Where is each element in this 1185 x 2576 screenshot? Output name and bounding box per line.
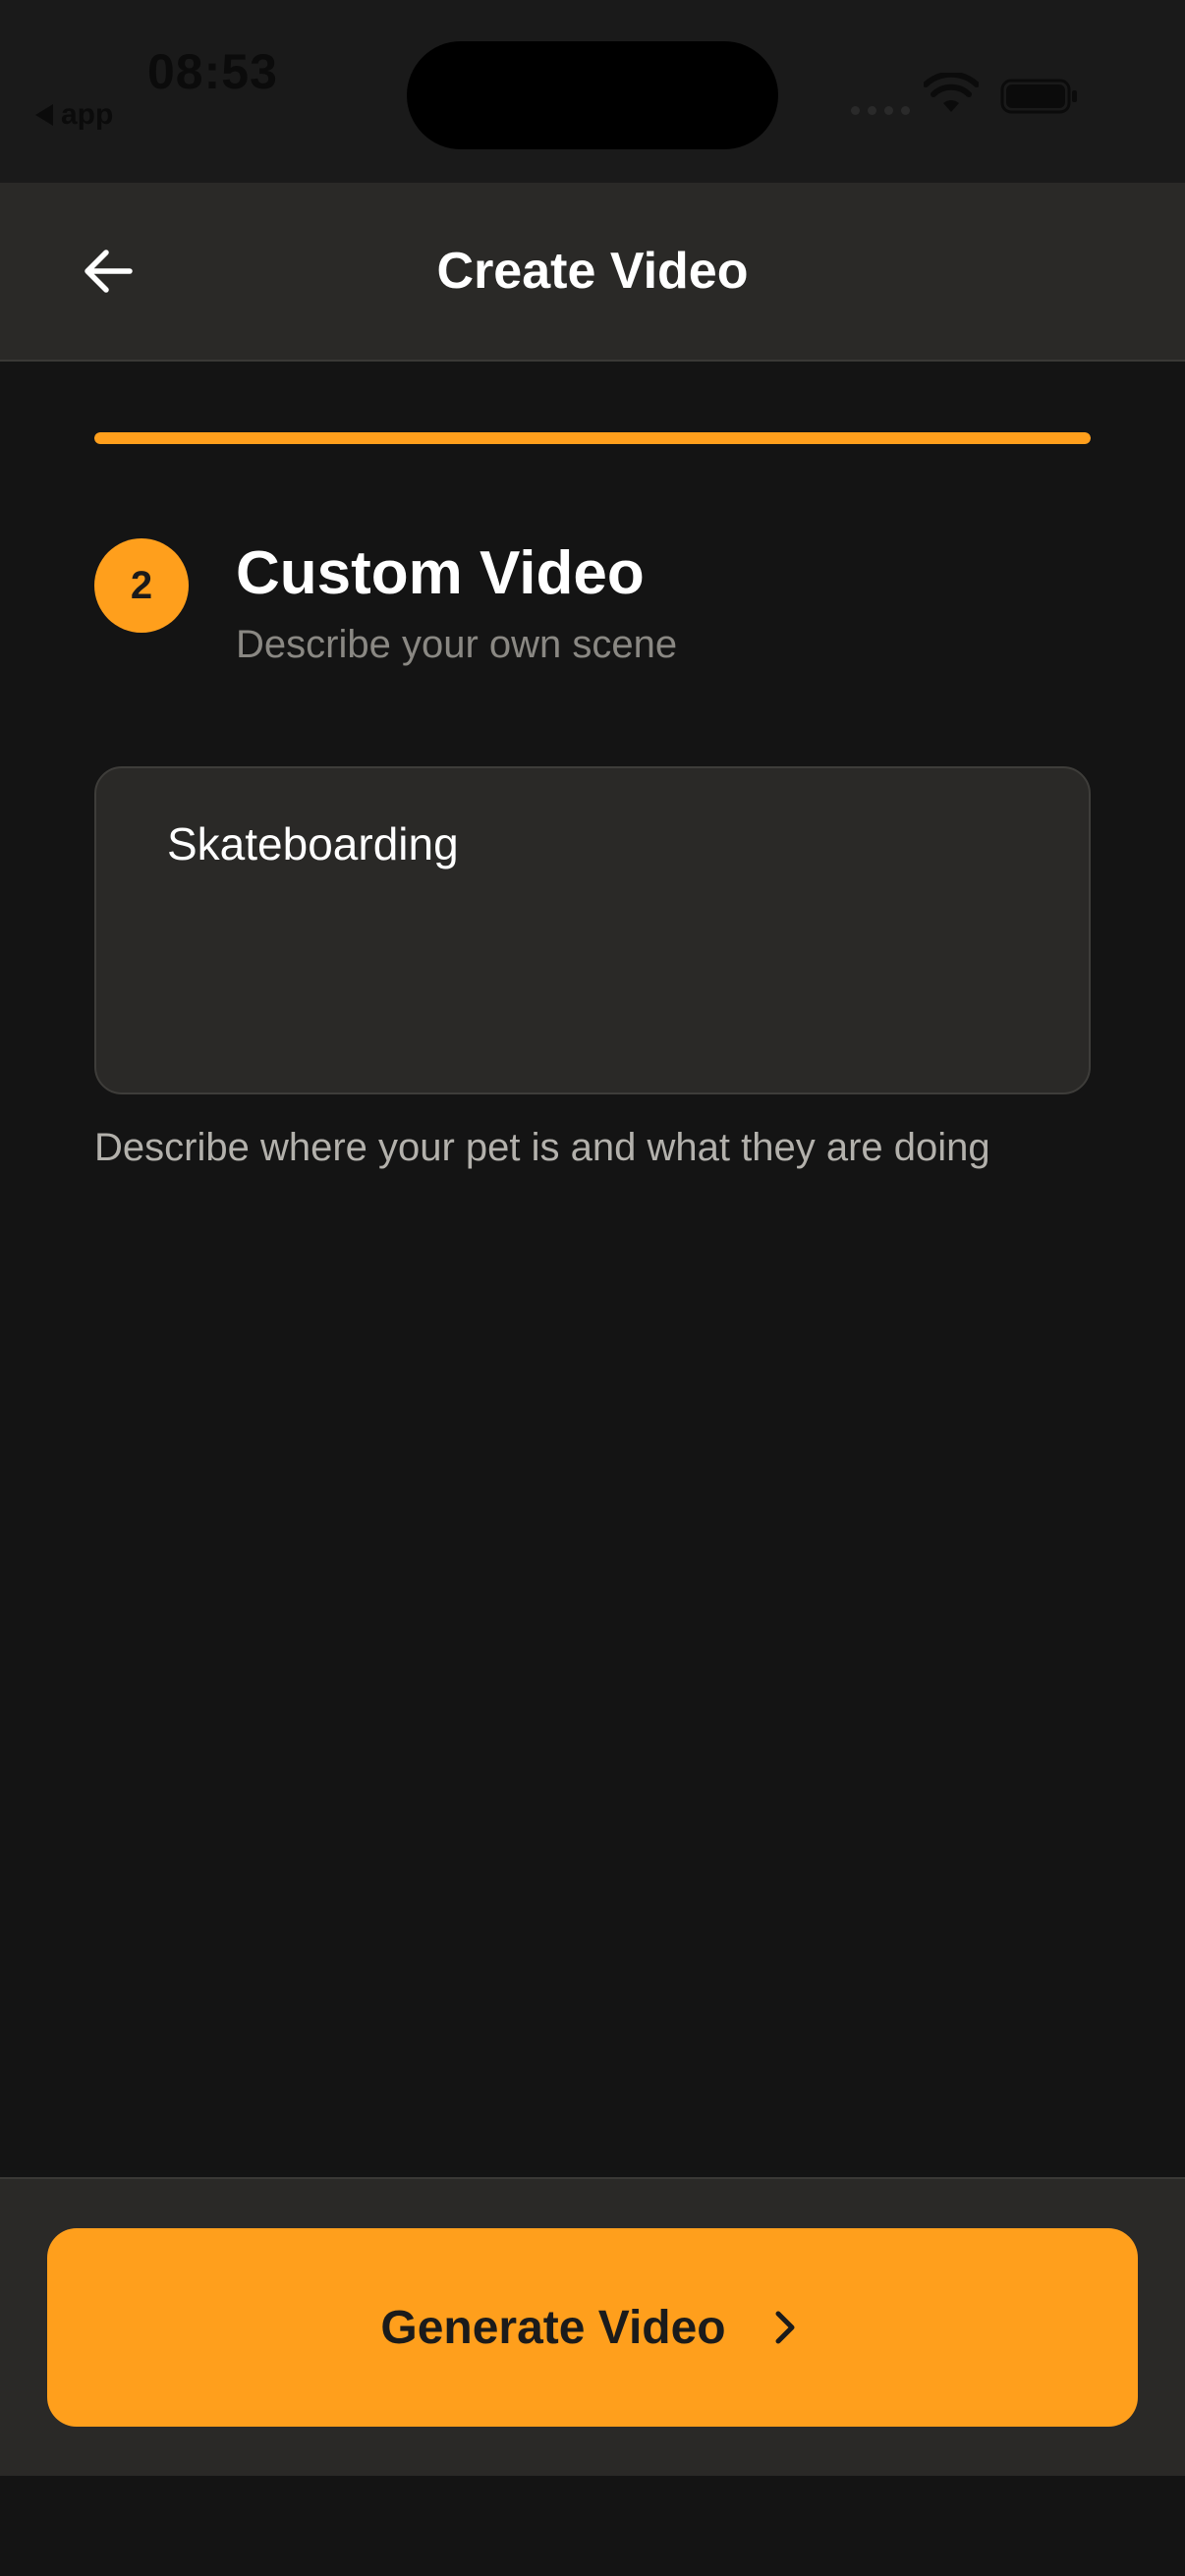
status-bar: 08:53 app	[0, 0, 1185, 183]
page-title: Create Video	[436, 243, 749, 300]
chevron-right-icon	[765, 2308, 805, 2347]
create-video-screen: 08:53 app Create Video 2 Custom Video De…	[0, 0, 1185, 2576]
progress-bar	[94, 432, 1091, 444]
battery-icon	[1000, 79, 1077, 114]
back-triangle-icon	[35, 104, 53, 126]
generate-video-button[interactable]: Generate Video	[47, 2228, 1138, 2427]
scene-description-box[interactable]: Skateboarding	[94, 766, 1091, 1094]
progress-bar-fill	[94, 432, 1091, 444]
arrow-left-icon	[85, 250, 133, 293]
status-time: 08:53	[147, 44, 278, 99]
app-header: Create Video	[0, 183, 1185, 362]
back-button[interactable]	[59, 222, 157, 320]
generate-video-label: Generate Video	[380, 2301, 726, 2354]
scene-description-helper: Describe where your pet is and what they…	[94, 1126, 990, 1169]
scene-description-input[interactable]: Skateboarding	[167, 817, 1018, 1043]
step-title: Custom Video	[236, 539, 645, 607]
step-subtitle: Describe your own scene	[236, 623, 678, 666]
status-back-to-app[interactable]: app	[35, 98, 113, 132]
cellular-signal-icon	[851, 106, 910, 115]
wifi-icon	[924, 73, 979, 112]
bottom-action-bar: Generate Video	[0, 2177, 1185, 2476]
status-back-label: app	[61, 98, 114, 131]
step-number-badge: 2	[94, 538, 189, 633]
dynamic-island	[407, 41, 778, 149]
